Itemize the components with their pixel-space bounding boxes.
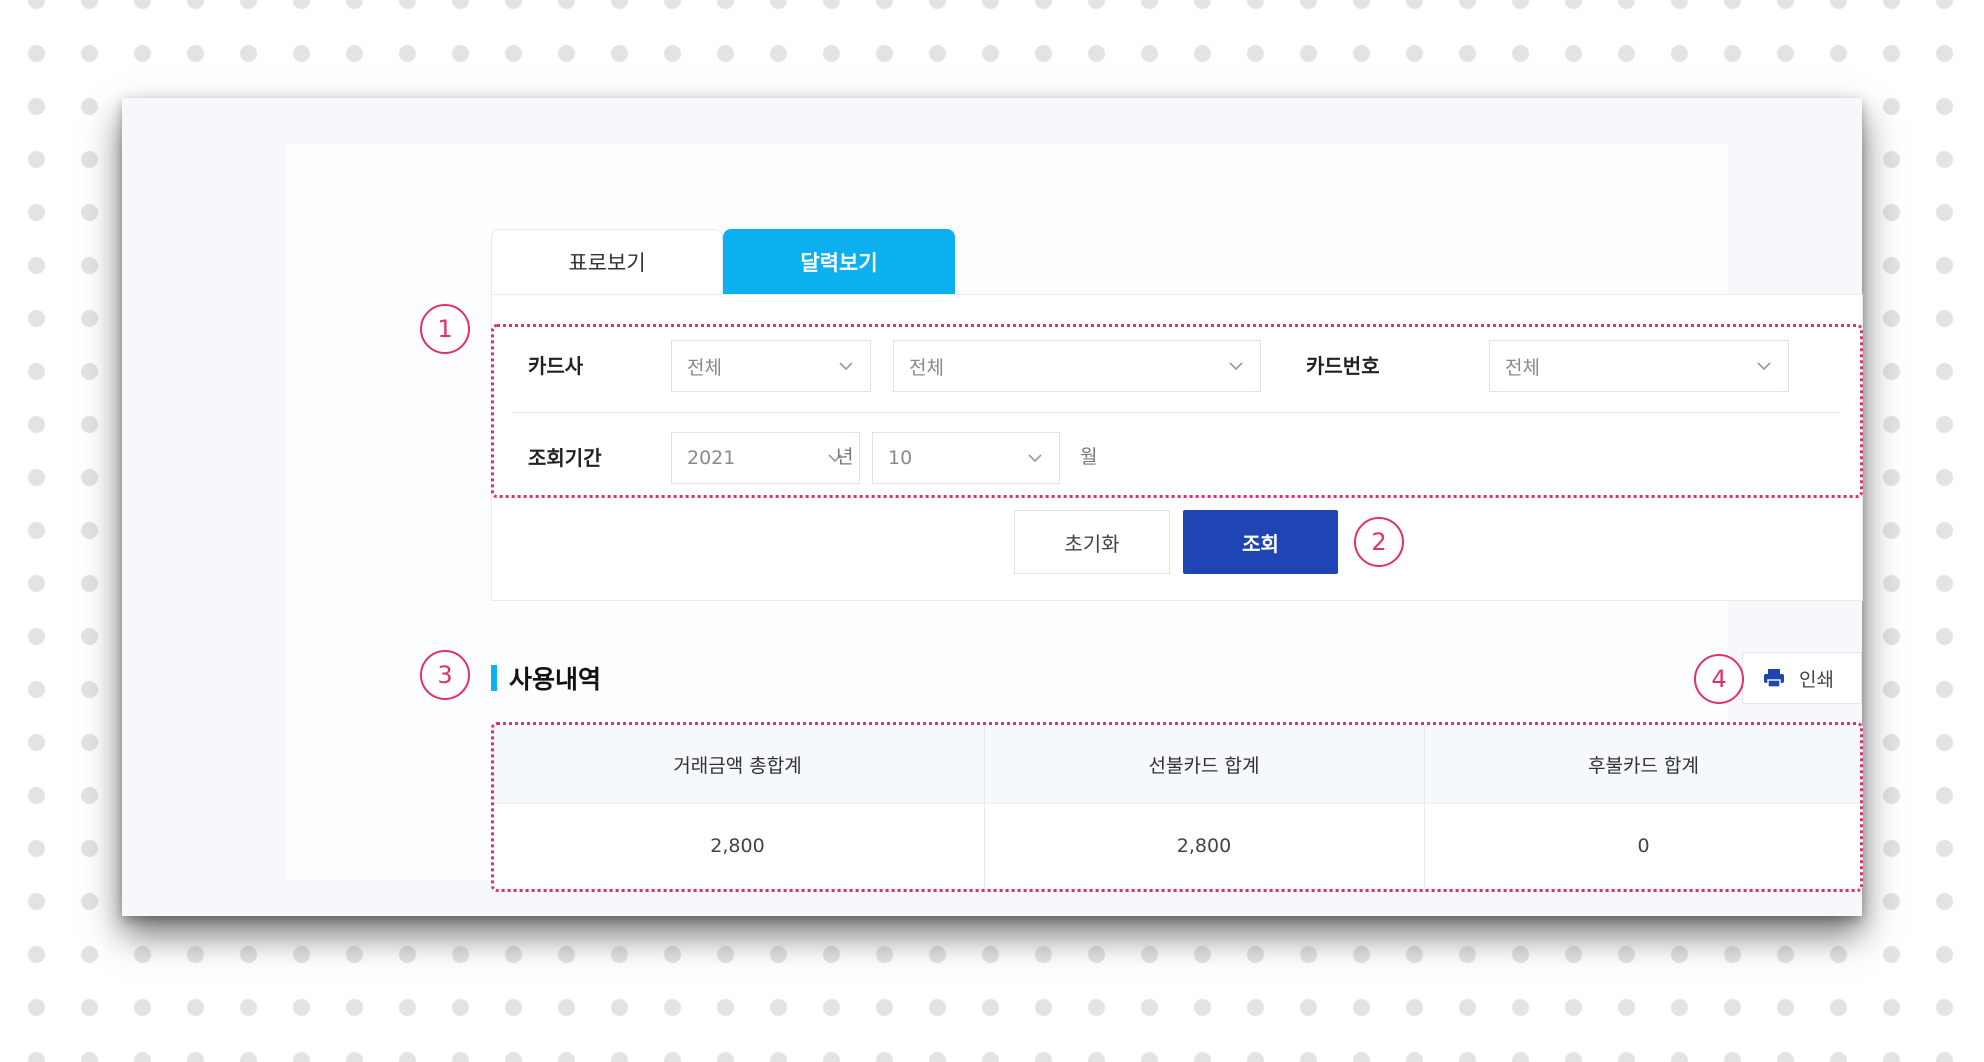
section-accent-bar [491,665,497,691]
search-button[interactable]: 조회 [1183,510,1338,574]
tab-calendar-view[interactable]: 달력보기 [723,229,955,294]
month-unit: 월 [1080,446,1098,468]
printer-icon [1764,669,1784,688]
callout-frame-table [491,722,1863,892]
card-number-select-value: 전체 [1505,356,1540,379]
section-title: 사용내역 [509,665,602,694]
chevron-down-icon [1028,454,1042,463]
card-company-label: 카드사 [528,354,584,378]
month-select[interactable]: 10 [872,432,1060,484]
card-number-select[interactable]: 전체 [1489,340,1789,392]
chevron-down-icon [839,362,853,371]
card-company-select[interactable]: 전체 [671,340,871,392]
chevron-down-icon [1757,362,1771,371]
callout-badge-2: 2 [1354,517,1404,567]
callout-badge-4: 4 [1694,654,1744,704]
print-button[interactable]: 인쇄 [1742,652,1862,704]
screenshot-card: 표로보기 달력보기 카드사 전체 전체 카드번호 전체 조회기간 2021 년 … [122,98,1863,916]
reset-button[interactable]: 초기화 [1014,510,1170,574]
chevron-down-icon [1229,362,1243,371]
filter-row-divider [511,412,1841,413]
callout-badge-3: 3 [420,650,470,700]
year-select[interactable]: 2021 [671,432,860,484]
card-number-label: 카드번호 [1306,354,1380,378]
print-button-label: 인쇄 [1799,668,1834,691]
year-unit: 년 [836,446,854,468]
card-company-sub-select[interactable]: 전체 [893,340,1261,392]
period-label: 조회기간 [528,446,602,470]
content-panel: 표로보기 달력보기 카드사 전체 전체 카드번호 전체 조회기간 2021 년 … [287,144,1863,892]
card-company-select-value: 전체 [687,356,722,379]
callout-badge-1: 1 [420,304,470,354]
month-select-value: 10 [888,447,913,469]
card-company-sub-select-value: 전체 [909,356,944,379]
year-select-value: 2021 [687,447,736,469]
tab-table-view[interactable]: 표로보기 [491,229,723,294]
